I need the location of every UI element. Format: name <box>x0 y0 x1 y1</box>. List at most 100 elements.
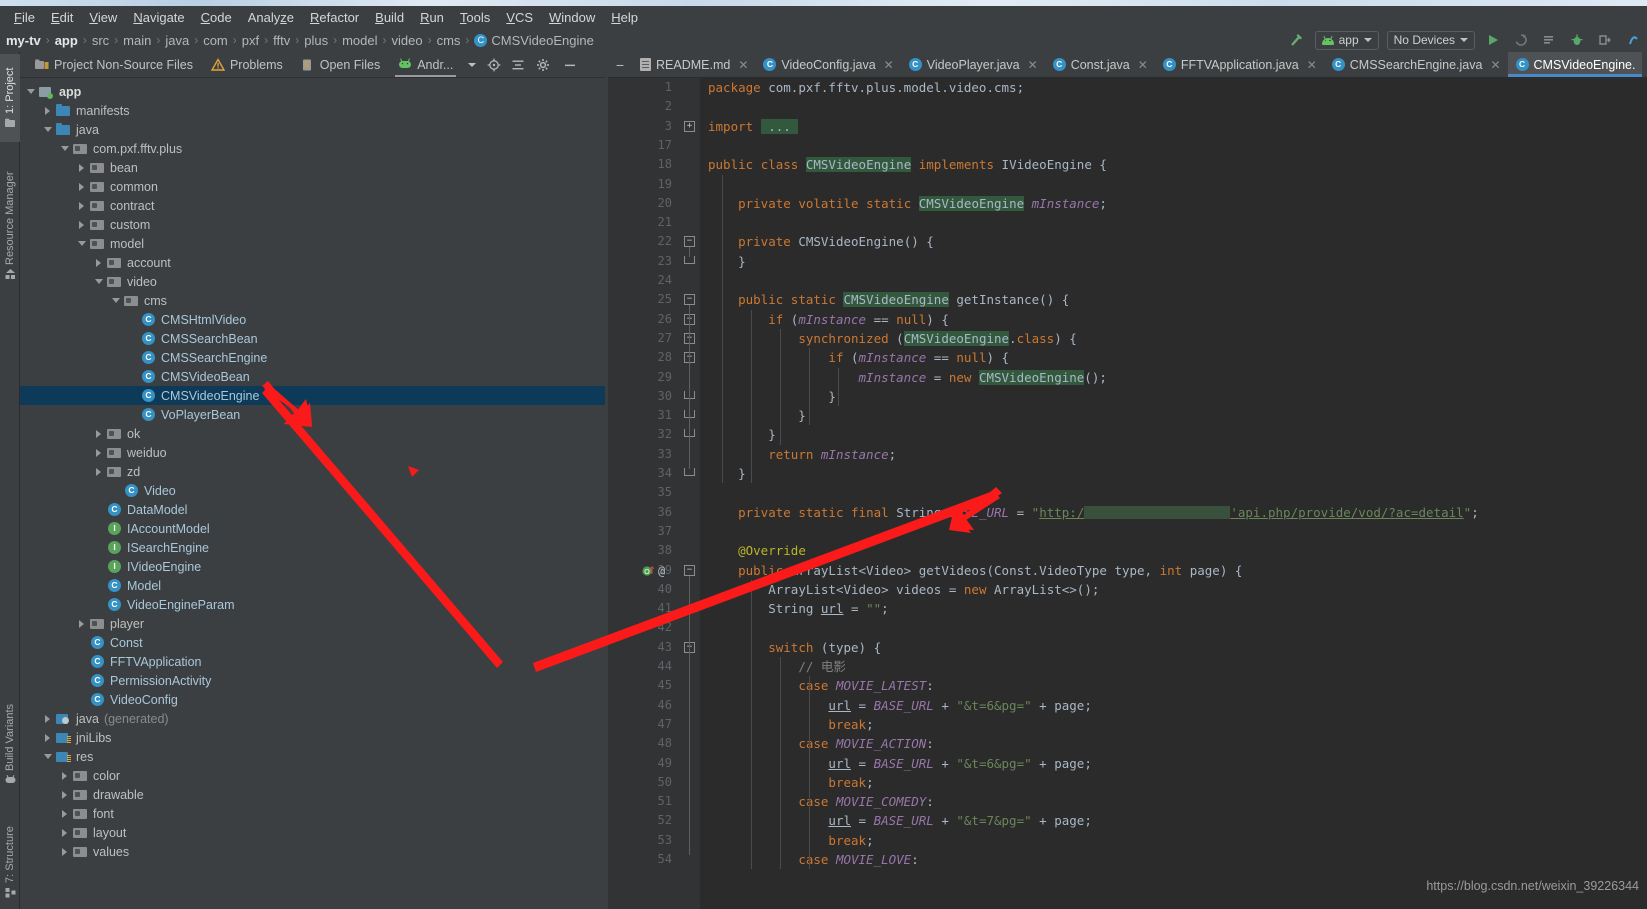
editor-tab-VideoPlayer-java[interactable]: C VideoPlayer.java ✕ <box>901 52 1045 77</box>
menu-item-code[interactable]: Code <box>193 8 240 27</box>
hide-editor-tabs-button[interactable]: − <box>608 52 632 77</box>
fold-end-marker[interactable] <box>684 255 695 264</box>
chevron-down-icon[interactable] <box>26 86 37 97</box>
close-icon[interactable]: ✕ <box>1307 58 1317 72</box>
chevron-right-icon[interactable] <box>94 257 105 268</box>
tree-node-DataModel[interactable]: DataModel <box>20 500 608 519</box>
breadcrumb-item-java[interactable]: java <box>165 33 189 48</box>
chevron-down-icon[interactable] <box>77 238 88 249</box>
chevron-right-icon[interactable] <box>60 770 71 781</box>
sidebar-item-build-variants[interactable]: Build Variants <box>0 690 20 798</box>
tree-node-java[interactable]: java <box>20 120 608 139</box>
menu-item-run[interactable]: Run <box>412 8 452 27</box>
menu-item-build[interactable]: Build <box>367 8 412 27</box>
tree-node-IVideoEngine[interactable]: IVideoEngine <box>20 557 608 576</box>
breadcrumb-item-cms[interactable]: cms <box>437 33 461 48</box>
tab-open-files[interactable]: Open Files <box>292 54 389 76</box>
sidebar-item-project[interactable]: 1: Project <box>0 54 20 142</box>
tree-node-Model[interactable]: Model <box>20 576 608 595</box>
tree-node-common[interactable]: common <box>20 177 608 196</box>
fold-end-marker[interactable] <box>684 468 695 476</box>
chevron-right-icon[interactable] <box>94 428 105 439</box>
device-selector[interactable]: No Devices <box>1386 30 1475 50</box>
breadcrumb-item-model[interactable]: model <box>342 33 377 48</box>
breadcrumb-item-com[interactable]: com <box>203 33 228 48</box>
chevron-right-icon[interactable] <box>43 713 54 724</box>
build-hammer-icon[interactable] <box>1287 30 1307 50</box>
tree-node-CMSVideoBean[interactable]: CMSVideoBean <box>20 367 608 386</box>
menu-item-window[interactable]: Window <box>541 8 603 27</box>
fold-expand-icon[interactable]: + <box>684 120 695 132</box>
tree-node-Video[interactable]: Video <box>20 481 608 500</box>
breadcrumb-item-main[interactable]: main <box>123 33 151 48</box>
tree-node-cms[interactable]: cms <box>20 291 608 310</box>
close-icon[interactable]: ✕ <box>884 58 894 72</box>
editor-tab-FFTVApplication-java[interactable]: C FFTVApplication.java ✕ <box>1155 52 1324 77</box>
menu-item-vcs[interactable]: VCS <box>498 8 541 27</box>
tree-node-java[interactable]: java (generated) <box>20 709 608 728</box>
chevron-right-icon[interactable] <box>60 808 71 819</box>
tree-node-ISearchEngine[interactable]: ISearchEngine <box>20 538 608 557</box>
apply-changes-icon[interactable] <box>1511 30 1531 50</box>
scroll-from-source-button[interactable] <box>482 54 506 76</box>
chevron-right-icon[interactable] <box>94 466 105 477</box>
tree-node-PermissionActivity[interactable]: PermissionActivity <box>20 671 608 690</box>
editor-tab-README-md[interactable]: README.md ✕ <box>632 52 755 77</box>
tree-node-CMSSearchBean[interactable]: CMSSearchBean <box>20 329 608 348</box>
collapse-all-button[interactable] <box>506 54 530 76</box>
sidebar-item-structure[interactable]: 7: Structure <box>0 812 20 909</box>
tree-node-CMSSearchEngine[interactable]: CMSSearchEngine <box>20 348 608 367</box>
chevron-right-icon[interactable] <box>60 789 71 800</box>
tree-node-font[interactable]: font <box>20 804 608 823</box>
tree-node-video[interactable]: video <box>20 272 608 291</box>
chevron-right-icon[interactable] <box>77 200 88 211</box>
tab-problems[interactable]: Problems <box>202 54 292 76</box>
chevron-down-icon[interactable] <box>43 124 54 135</box>
chevron-right-icon[interactable] <box>77 162 88 173</box>
breadcrumb-item-file[interactable]: C CMSVideoEngine <box>474 33 594 48</box>
menu-item-tools[interactable]: Tools <box>452 8 498 27</box>
tree-node-bean[interactable]: bean <box>20 158 608 177</box>
tab-project-non-source-files[interactable]: Project Non-Source Files <box>26 54 202 76</box>
menu-item-help[interactable]: Help <box>603 8 646 27</box>
fold-collapse-icon[interactable]: − <box>684 236 695 248</box>
chevron-down-icon[interactable] <box>94 276 105 287</box>
menu-item-refactor[interactable]: Refactor <box>302 8 367 27</box>
close-icon[interactable]: ✕ <box>1138 58 1148 72</box>
tree-node-contract[interactable]: contract <box>20 196 608 215</box>
chevron-right-icon[interactable] <box>60 827 71 838</box>
tree-node-color[interactable]: color <box>20 766 608 785</box>
menu-item-edit[interactable]: Edit <box>43 8 81 27</box>
tree-node-zd[interactable]: zd <box>20 462 608 481</box>
close-icon[interactable]: ✕ <box>1490 58 1500 72</box>
tab-android[interactable]: Andr... <box>389 54 462 77</box>
tree-node-jniLibs[interactable]: jniLibs <box>20 728 608 747</box>
code-editor[interactable]: 1 package com.pxf.fftv.plus.model.video.c… <box>608 78 1647 909</box>
project-tree[interactable]: app manifests java com.pxf.fftv.plus bean com… <box>20 79 608 909</box>
run-configuration-selector[interactable]: app <box>1314 30 1379 50</box>
annotation-gutter-icon[interactable]: @ <box>658 564 665 578</box>
tree-node-weiduo[interactable]: weiduo <box>20 443 608 462</box>
chevron-right-icon[interactable] <box>43 732 54 743</box>
sidebar-item-resource-manager[interactable]: Resource Manager <box>0 156 20 296</box>
tree-node-FFTVApplication[interactable]: FFTVApplication <box>20 652 608 671</box>
fold-collapse-icon[interactable]: − <box>684 564 695 576</box>
tree-node-VoPlayerBean[interactable]: VoPlayerBean <box>20 405 608 424</box>
chevron-right-icon[interactable] <box>94 447 105 458</box>
project-view-selector[interactable] <box>462 59 482 71</box>
override-gutter-icon[interactable]: O <box>642 565 655 577</box>
tree-node-IAccountModel[interactable]: IAccountModel <box>20 519 608 538</box>
tree-node-ok[interactable]: ok <box>20 424 608 443</box>
chevron-right-icon[interactable] <box>43 105 54 116</box>
tree-node-layout[interactable]: layout <box>20 823 608 842</box>
breadcrumb-item-src[interactable]: src <box>92 33 109 48</box>
profile-icon[interactable] <box>1623 30 1643 50</box>
tree-node-Const[interactable]: Const <box>20 633 608 652</box>
attach-debugger-icon[interactable] <box>1595 30 1615 50</box>
chevron-right-icon[interactable] <box>77 219 88 230</box>
menu-item-file[interactable]: File <box>6 8 43 27</box>
tree-node-custom[interactable]: custom <box>20 215 608 234</box>
breadcrumb-item-fftv[interactable]: fftv <box>273 33 290 48</box>
breadcrumb-item-plus[interactable]: plus <box>304 33 328 48</box>
tree-node-model[interactable]: model <box>20 234 608 253</box>
